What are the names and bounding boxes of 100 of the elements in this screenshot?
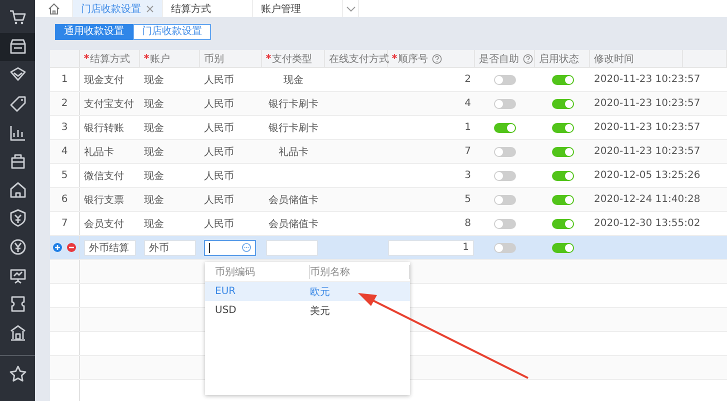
table-cell-text: 人民币 (204, 218, 234, 230)
table-cell: 2020-12-05 13:25:26 (594, 170, 700, 181)
tab[interactable]: 通用收款设置 (55, 24, 133, 40)
row-number: 1 (61, 74, 68, 85)
tab-label: 门店收款设置 (81, 2, 141, 16)
table-cell-text: 人民币 (204, 98, 234, 110)
table-cell: 2 (464, 74, 471, 85)
table-cell-text: 现金 (144, 218, 164, 230)
table-cell: 2020-12-24 11:40:28 (594, 194, 700, 205)
table-cell-text: 银行卡刷卡 (268, 122, 318, 134)
tag-icon (8, 95, 26, 114)
currency-field[interactable] (204, 240, 256, 256)
tab-label: 账户管理 (261, 2, 301, 16)
table-cell-text: 会员支付 (84, 218, 124, 230)
table-cell-text: 会员储值卡 (268, 194, 318, 206)
table-cell-text: 支付宝支付 (84, 98, 134, 110)
tab[interactable]: 门店收款设置 (133, 24, 211, 40)
table-cell: 1 (464, 122, 471, 133)
table-cell-text: 银行支票 (84, 194, 124, 206)
column-label: 账户 (150, 52, 170, 66)
table-cell: 2020-12-30 13:55:02 (594, 218, 700, 229)
table-cell-text: 礼品卡 (84, 146, 114, 158)
column-label: 顺序号 (398, 52, 428, 66)
toggle-switch[interactable] (494, 98, 516, 108)
toggle-switch[interactable] (552, 74, 574, 84)
table-cell-text: 银行转账 (84, 122, 124, 134)
table-cell: 2020-11-23 10:23:57 (594, 146, 700, 157)
table-cell-text: 人民币 (204, 122, 234, 134)
table-cell: 2020-11-23 10:23:57 (594, 74, 700, 85)
toggle-switch[interactable] (494, 74, 516, 84)
tab-label: 结算方式 (171, 2, 211, 16)
plus-icon (53, 243, 62, 252)
caret-icon (346, 6, 356, 12)
table-cell-text: 现金 (144, 170, 164, 182)
toggle-switch[interactable] (494, 194, 516, 204)
home-icon (48, 2, 60, 14)
toggle-switch[interactable] (494, 218, 516, 228)
toggle-switch[interactable] (494, 170, 516, 180)
table-cell-text: 人民币 (204, 74, 234, 86)
toggle-switch[interactable] (552, 122, 574, 132)
table-cell-text: 现金 (144, 122, 164, 134)
table-cell-text: 人民币 (204, 194, 234, 206)
table-cell-text: 银行卡刷卡 (268, 98, 318, 110)
table-cell: 4 (464, 98, 471, 109)
toggle-switch[interactable] (494, 146, 516, 156)
row-number: 4 (61, 146, 68, 157)
table-cell-text: 现金支付 (84, 74, 124, 86)
table-cell: 8 (464, 218, 471, 229)
table-cell-text: 现金 (144, 194, 164, 206)
sidebar-item[interactable] (0, 32, 35, 62)
row-number: 2 (61, 98, 68, 109)
house-icon (8, 180, 26, 199)
input-field[interactable]: 外币结算 (84, 240, 136, 256)
bank-icon (8, 324, 26, 342)
dropdown-option[interactable]: USD 美元 (205, 301, 410, 320)
input-field[interactable] (266, 240, 318, 256)
toggle-switch[interactable] (494, 242, 516, 252)
column-label: 是否自助 (479, 52, 519, 66)
presentation-icon (8, 266, 26, 285)
toggle-switch[interactable] (552, 194, 574, 204)
table-cell: 2020-11-23 10:23:57 (594, 98, 700, 109)
table-cell-text: 现金 (284, 74, 304, 86)
table-cell: 5 (464, 194, 471, 205)
input-field[interactable]: 1 (388, 240, 474, 256)
toggle-switch[interactable] (552, 170, 574, 180)
column-label: 在线支付方式 (329, 52, 389, 66)
chart-icon (8, 124, 26, 142)
store-icon (8, 38, 26, 56)
table-cell-text: 礼品卡 (278, 146, 308, 158)
toggle-switch[interactable] (552, 242, 574, 252)
row-number: 5 (61, 170, 68, 181)
column-label: 支付类型 (272, 52, 312, 66)
star-icon (8, 365, 26, 384)
column-label: 币别 (204, 52, 224, 66)
table-cell-text: 会员储值卡 (268, 218, 318, 230)
minus-icon (67, 243, 76, 252)
toggle-switch[interactable] (552, 98, 574, 108)
table-cell: 3 (464, 170, 471, 181)
bag-icon (8, 152, 26, 170)
table-cell: 2020-11-23 10:23:57 (594, 122, 700, 133)
toggle-switch[interactable] (494, 122, 516, 132)
column-label: 启用状态 (539, 52, 579, 66)
row-number: 7 (61, 218, 68, 229)
table-cell-text: 现金 (144, 146, 164, 158)
table-cell: 7 (464, 146, 471, 157)
row-number: 3 (61, 122, 68, 133)
input-field[interactable]: 外币 (144, 240, 196, 256)
remove-row-button[interactable] (67, 243, 76, 252)
table-cell-text: 人民币 (204, 170, 234, 182)
column-label: 修改时间 (594, 52, 634, 66)
yen-coin-icon (8, 238, 26, 256)
table-cell-text: 人民币 (204, 146, 234, 158)
column-header: 币别名称 (310, 264, 410, 278)
toggle-switch[interactable] (552, 146, 574, 156)
add-row-button[interactable] (53, 243, 62, 252)
table-cell-text: 现金 (144, 74, 164, 86)
table-cell-text: 微信支付 (84, 170, 124, 182)
toggle-switch[interactable] (552, 218, 574, 228)
table-cell-text: 现金 (144, 98, 164, 110)
more-icon (242, 243, 251, 252)
